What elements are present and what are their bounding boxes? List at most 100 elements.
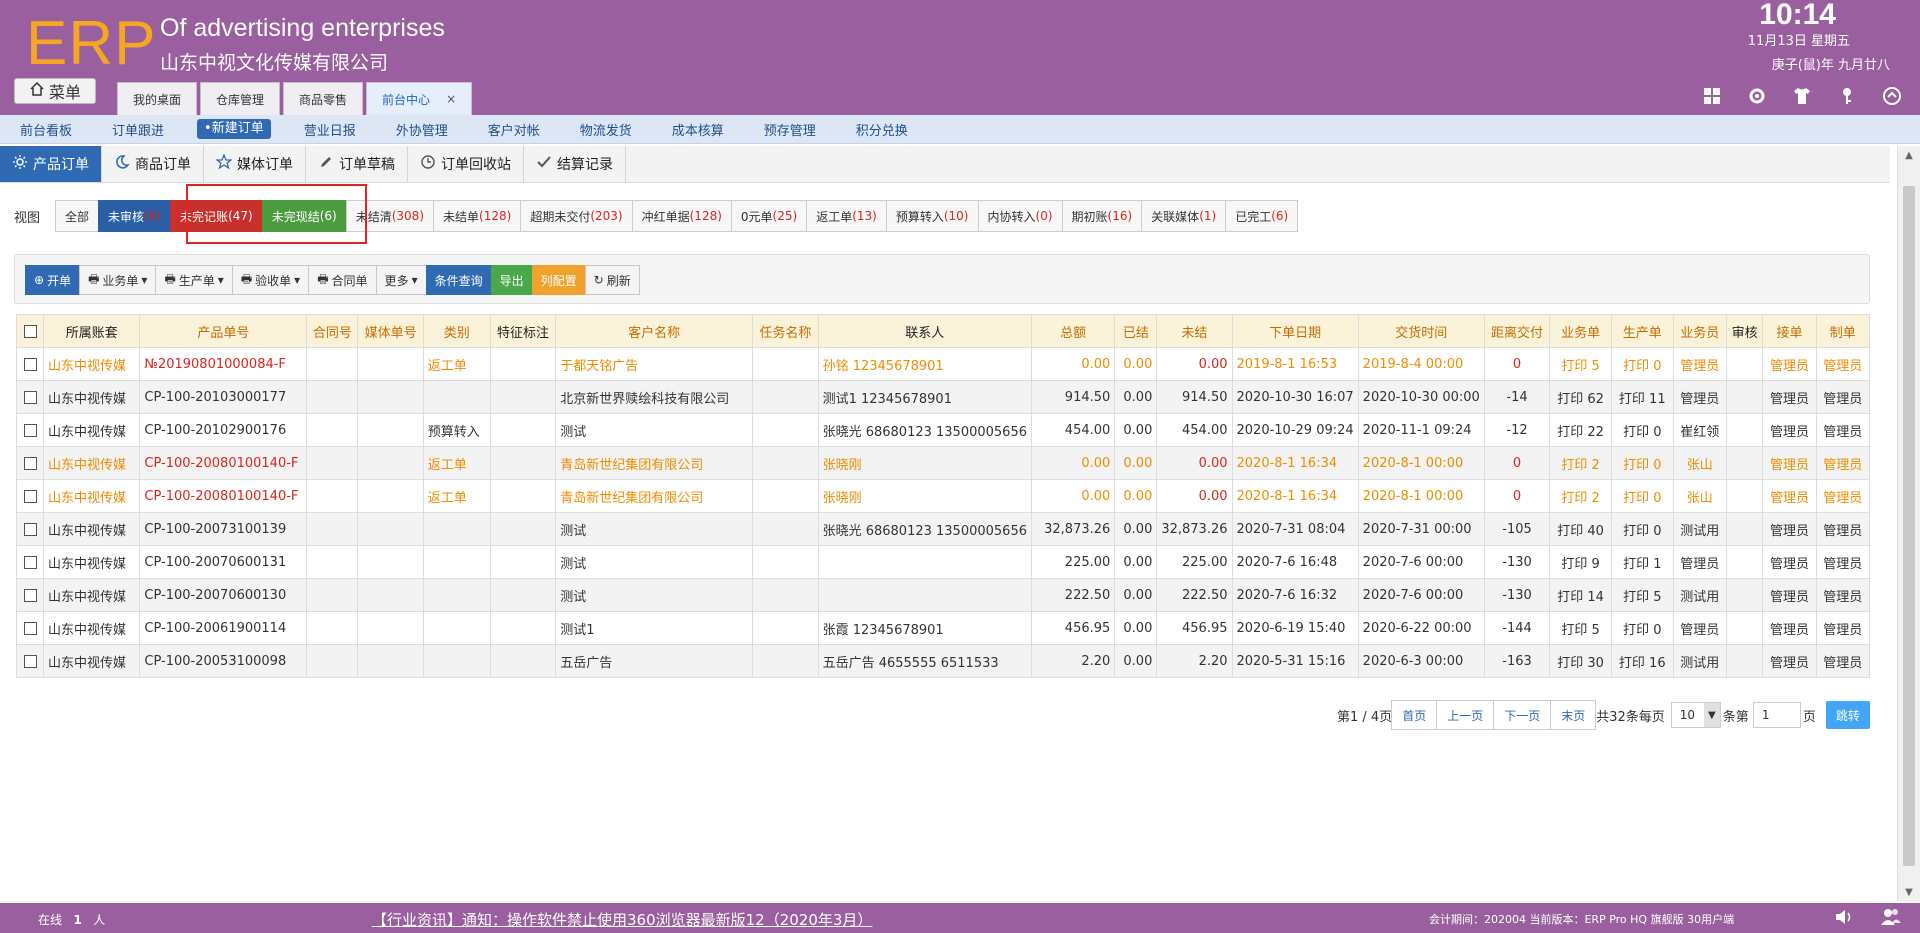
col-account[interactable]: 所属账套 [42, 314, 141, 348]
cell-production-doc[interactable]: 打印 0 [1610, 512, 1674, 546]
cell-order-no[interactable]: CP-100-20102900176 [139, 413, 308, 447]
page-number-input[interactable]: 1 [1752, 702, 1801, 728]
new-order-button[interactable]: ⊕ 开单 [25, 265, 81, 295]
tab-front-center[interactable]: 前台中心 × [366, 82, 473, 115]
view-budget-in[interactable]: 预算转入 (10) [885, 200, 979, 232]
cell-order-no[interactable]: №20190801000084-F [139, 347, 308, 381]
tab-retail[interactable]: 商品零售 [283, 82, 364, 115]
cell-business-doc[interactable]: 打印 5 [1549, 611, 1612, 645]
go-to-page-button[interactable]: 跳转 [1825, 701, 1870, 729]
cell-business-doc[interactable]: 打印 30 [1549, 644, 1612, 678]
scroll-up-icon[interactable]: ▲ [1898, 146, 1920, 164]
col-days-left[interactable]: 距离交付 [1483, 314, 1551, 348]
nav-cost-accounting[interactable]: 成本核算 [652, 120, 744, 139]
production-doc-dropdown[interactable]: 🖶 生产单 ▾ [155, 265, 233, 295]
table-row[interactable]: 山东中视传媒 CP-100-20070600130 测试 222.50 0.00 222.… [16, 578, 1871, 612]
speaker-icon[interactable] [1834, 907, 1856, 930]
main-menu-button[interactable]: 菜单 [14, 78, 96, 104]
view-opening[interactable]: 期初账 (16) [1061, 200, 1143, 232]
view-internal-in[interactable]: 内协转入 (0) [977, 200, 1063, 232]
col-production-doc[interactable]: 生产单 [1610, 314, 1674, 348]
col-total[interactable]: 总额 [1030, 314, 1116, 348]
key-icon[interactable] [1837, 86, 1857, 110]
subtab-product-orders[interactable]: 产品订单 [0, 146, 102, 182]
col-task[interactable]: 任务名称 [752, 314, 819, 348]
table-row[interactable]: 山东中视传媒 CP-100-20080100140-F 返工单 青岛新世纪集团有限公司… [16, 446, 1871, 480]
cell-order-no[interactable]: CP-100-20070600130 [139, 578, 308, 612]
prev-page-button[interactable]: 上一页 [1436, 700, 1495, 730]
scroll-down-icon[interactable]: ▼ [1898, 883, 1920, 901]
cell-production-doc[interactable]: 打印 11 [1610, 380, 1674, 414]
news-link[interactable]: 【行业资讯】通知：操作软件禁止使用360浏览器最新版12（2020年3月） [372, 909, 872, 930]
cell-business-doc[interactable]: 打印 2 [1549, 446, 1612, 480]
collapse-up-icon[interactable] [1882, 86, 1902, 110]
cell-order-no[interactable]: CP-100-20080100140-F [139, 446, 308, 480]
col-category[interactable]: 类别 [422, 314, 491, 348]
cell-business-doc[interactable]: 打印 40 [1549, 512, 1612, 546]
col-creator[interactable]: 制单 [1815, 314, 1871, 348]
row-checkbox[interactable] [16, 446, 44, 480]
table-row[interactable]: 山东中视传媒 CP-100-20080100140-F 返工单 青岛新世纪集团有限公司… [16, 479, 1871, 513]
row-checkbox[interactable] [16, 578, 44, 612]
col-settled[interactable]: 已结 [1114, 314, 1158, 348]
cell-order-no[interactable]: CP-100-20061900114 [139, 611, 308, 645]
select-all-checkbox[interactable] [16, 314, 44, 348]
column-config-button[interactable]: 列配置 [531, 265, 586, 295]
nav-prepaid[interactable]: 预存管理 [744, 120, 836, 139]
row-checkbox[interactable] [16, 644, 44, 678]
cell-production-doc[interactable]: 打印 16 [1610, 644, 1674, 678]
tab-warehouse[interactable]: 仓库管理 [200, 82, 281, 115]
view-unaudited[interactable]: 未审核 (8) [98, 200, 172, 232]
vertical-scrollbar[interactable]: ▲ ▼ [1897, 146, 1920, 901]
contract-doc-button[interactable]: 🖶 合同单 [308, 265, 377, 295]
col-receiver[interactable]: 接单 [1762, 314, 1817, 348]
cell-production-doc[interactable]: 打印 1 [1610, 545, 1674, 579]
col-contact[interactable]: 联系人 [817, 314, 1033, 348]
next-page-button[interactable]: 下一页 [1493, 700, 1552, 730]
row-checkbox[interactable] [16, 545, 44, 579]
view-completed[interactable]: 已完工 (6) [1225, 200, 1299, 232]
col-delivery-time[interactable]: 交货时间 [1357, 314, 1485, 348]
cell-business-doc[interactable]: 打印 5 [1549, 347, 1612, 381]
first-page-button[interactable]: 首页 [1391, 700, 1438, 730]
row-checkbox[interactable] [16, 380, 44, 414]
col-order-date[interactable]: 下单日期 [1231, 314, 1359, 348]
col-unsettled[interactable]: 未结 [1156, 314, 1233, 348]
cell-order-no[interactable]: CP-100-20053100098 [139, 644, 308, 678]
col-customer[interactable]: 客户名称 [555, 314, 754, 348]
nav-outsourcing[interactable]: 外协管理 [376, 120, 468, 139]
col-order-no[interactable]: 产品单号 [139, 314, 308, 348]
cell-production-doc[interactable]: 打印 0 [1610, 611, 1674, 645]
acceptance-doc-dropdown[interactable]: 🖶 验收单 ▾ [231, 265, 310, 295]
table-row[interactable]: 山东中视传媒 №20190801000084-F 返工单 于都天铭广告 孙铭 12345… [16, 347, 1871, 381]
table-row[interactable]: 山东中视传媒 CP-100-20073100139 测试 张晓光 68680123 1… [16, 512, 1871, 546]
view-linked-media[interactable]: 关联媒体 (1) [1141, 200, 1227, 232]
cell-production-doc[interactable]: 打印 0 [1610, 446, 1674, 480]
page-size-select[interactable]: 10 ▼ [1670, 702, 1721, 728]
view-reversal[interactable]: 冲红单据 (128) [631, 200, 732, 232]
col-contract-no[interactable]: 合同号 [306, 314, 359, 348]
view-zero-amount[interactable]: 0元单 (25) [730, 200, 808, 232]
nav-customer-reconcile[interactable]: 客户对帐 [468, 120, 560, 139]
nav-order-followup[interactable]: 订单跟进 [92, 120, 184, 139]
last-page-button[interactable]: 末页 [1550, 700, 1597, 730]
nav-logistics[interactable]: 物流发货 [560, 120, 652, 139]
cell-business-doc[interactable]: 打印 62 [1549, 380, 1612, 414]
nav-dashboard[interactable]: 前台看板 [0, 120, 92, 139]
table-row[interactable]: 山东中视传媒 CP-100-20103000177 北京新世界赎绘科技有限公司 测试1… [16, 380, 1871, 414]
cell-business-doc[interactable]: 打印 14 [1549, 578, 1612, 612]
cell-production-doc[interactable]: 打印 0 [1610, 347, 1674, 381]
view-all[interactable]: 全部 [55, 200, 100, 232]
view-unclosed[interactable]: 未结单 (128) [433, 200, 522, 232]
users-icon[interactable] [1880, 907, 1902, 930]
subtab-recycle-bin[interactable]: 订单回收站 [408, 146, 524, 182]
nav-daily-report[interactable]: 营业日报 [284, 120, 376, 139]
cell-order-no[interactable]: CP-100-20103000177 [139, 380, 308, 414]
cell-business-doc[interactable]: 打印 9 [1549, 545, 1612, 579]
view-rework[interactable]: 返工单 (13) [806, 200, 887, 232]
row-checkbox[interactable] [16, 347, 44, 381]
export-button[interactable]: 导出 [490, 265, 533, 295]
row-checkbox[interactable] [16, 413, 44, 447]
cell-production-doc[interactable]: 打印 5 [1610, 578, 1674, 612]
cell-production-doc[interactable]: 打印 0 [1610, 479, 1674, 513]
